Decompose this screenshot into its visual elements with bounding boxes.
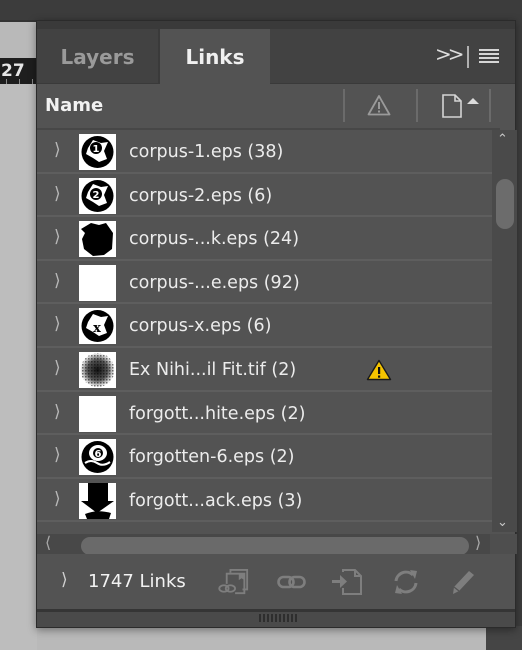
link-name: corpus-x.eps (6) (129, 316, 272, 337)
links-list: ⟩ 1 corpus-1.eps (38) ⟩ 2 corpus-2.eps (6) ⟩ co… (37, 130, 492, 534)
vertical-scrollbar[interactable]: ⌃ ⌄ (492, 130, 517, 532)
expand-chevron-icon[interactable]: ⟩ (54, 314, 61, 334)
go-to-link-icon[interactable] (331, 569, 363, 595)
link-row[interactable]: ⟩ corpus-...k.eps (24) (37, 217, 492, 261)
scroll-left-icon[interactable]: ⟨ (45, 533, 51, 552)
scroll-corner (490, 534, 517, 554)
link-thumbnail (79, 221, 116, 258)
link-thumbnail: 2 (79, 177, 116, 214)
svg-text:x: x (93, 321, 101, 336)
links-count: 1747 Links (88, 571, 186, 592)
svg-text:6: 6 (95, 449, 102, 460)
resize-grip-icon[interactable] (259, 614, 297, 622)
ruler-value: 27 (1, 61, 25, 81)
collapse-panel-icon[interactable]: >> (435, 42, 464, 66)
link-name: corpus-2.eps (6) (129, 185, 273, 206)
link-name: corpus-...e.eps (92) (129, 272, 300, 293)
column-divider (489, 89, 491, 122)
link-thumbnail (79, 482, 116, 519)
sort-ascending-icon[interactable] (467, 98, 479, 104)
link-row[interactable]: ⟩ 6 forgotten-6.eps (2) (37, 435, 492, 479)
link-row[interactable]: ⟩ Ex Nihi...il Fit.tif (2) (37, 348, 492, 392)
expand-chevron-icon[interactable]: ⟩ (54, 140, 61, 160)
canvas-area (0, 84, 37, 650)
column-header-name[interactable]: Name (45, 84, 103, 128)
update-link-icon[interactable] (391, 569, 421, 595)
svg-text:2: 2 (93, 190, 100, 201)
scroll-down-icon[interactable]: ⌄ (497, 515, 508, 530)
svg-text:1: 1 (93, 144, 100, 155)
link-name: corpus-1.eps (38) (129, 142, 284, 162)
links-panel: Layers Links >> Name ⟩ 1 corpus-1.eps (38)… (36, 20, 517, 628)
show-link-info-chevron-icon[interactable]: ⟩ (61, 570, 68, 590)
link-thumbnail: 1 (79, 134, 116, 170)
panel-drag-bar[interactable] (37, 21, 515, 29)
panel-resize-bar (37, 609, 515, 627)
link-thumbnail (79, 264, 116, 301)
link-thumbnail (79, 395, 116, 432)
horizontal-scroll-thumb[interactable] (81, 537, 469, 555)
link-row[interactable]: ⟩ x corpus-x.eps (6) (37, 304, 492, 348)
right-dock-corner (486, 626, 522, 650)
expand-chevron-icon[interactable]: ⟩ (54, 184, 61, 204)
link-row[interactable]: ⟩ forgott...ack.eps (3) (37, 479, 492, 523)
relink-from-cc-libraries-icon[interactable] (217, 569, 255, 595)
link-thumbnail: x (79, 308, 116, 345)
link-name: forgott...ack.eps (3) (129, 490, 303, 511)
tab-layers[interactable]: Layers (37, 29, 160, 83)
expand-chevron-icon[interactable]: ⟩ (54, 358, 61, 378)
expand-chevron-icon[interactable]: ⟩ (54, 489, 61, 509)
link-row[interactable]: ⟩ 1 corpus-1.eps (38) (37, 130, 492, 174)
panel-footer: ⟩ 1747 Links (37, 554, 515, 609)
expand-chevron-icon[interactable]: ⟩ (54, 445, 61, 465)
expand-chevron-icon[interactable]: ⟩ (54, 227, 61, 247)
link-name: corpus-...k.eps (24) (129, 229, 300, 250)
list-header: Name (37, 84, 500, 130)
link-row[interactable]: ⟩ forgott...hite.eps (2) (37, 392, 492, 436)
scroll-up-icon[interactable]: ⌃ (497, 132, 508, 147)
horizontal-scrollbar[interactable]: ⟨ ⟩ (37, 533, 490, 555)
modified-warning-icon[interactable] (366, 359, 392, 381)
panel-menu-icon[interactable] (479, 49, 499, 63)
warning-icon[interactable] (367, 94, 391, 116)
link-name: forgotten-6.eps (2) (129, 447, 295, 468)
column-divider (416, 89, 418, 122)
expand-chevron-icon[interactable]: ⟩ (54, 402, 61, 422)
relink-icon[interactable] (277, 569, 307, 595)
tab-bar-divider (467, 46, 469, 68)
ruler: 27 (0, 58, 40, 84)
tab-links[interactable]: Links (160, 29, 270, 84)
link-name: forgott...hite.eps (2) (129, 403, 306, 424)
scroll-right-icon[interactable]: ⟩ (475, 533, 481, 552)
column-divider (343, 89, 345, 122)
panel-tab-bar: Layers Links >> (37, 29, 515, 84)
edit-original-icon[interactable] (449, 569, 479, 595)
link-thumbnail (79, 351, 116, 388)
link-thumbnail: 6 (79, 439, 116, 476)
app-top-bar (0, 0, 522, 22)
page-icon[interactable] (441, 94, 463, 118)
link-row[interactable]: ⟩ 2 corpus-2.eps (6) (37, 174, 492, 218)
vertical-scroll-thumb[interactable] (496, 179, 514, 229)
link-name: Ex Nihi...il Fit.tif (2) (129, 359, 297, 380)
expand-chevron-icon[interactable]: ⟩ (54, 271, 61, 291)
link-row[interactable]: ⟩ corpus-...e.eps (92) (37, 261, 492, 305)
